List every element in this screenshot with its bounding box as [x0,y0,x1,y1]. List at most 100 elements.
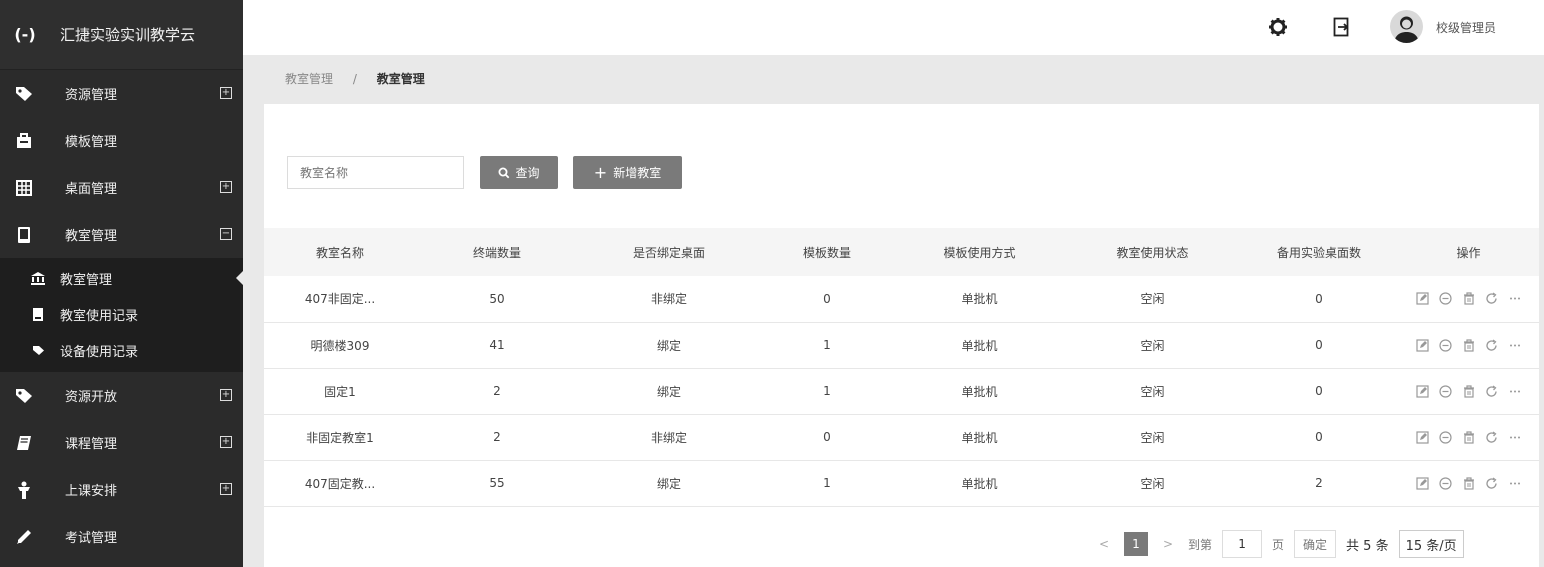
sidebar-item-label: 资源开放 [65,390,118,405]
more-icon[interactable] [1508,338,1522,352]
table-cell: 0 [1240,414,1398,461]
goto-page-input[interactable] [1222,530,1263,558]
refresh-icon[interactable] [1485,338,1499,352]
search-button[interactable]: 查询 [480,156,558,189]
bank-icon [30,271,46,285]
column-header: 备用实验桌面数 [1240,228,1398,276]
sidebar-item-label: 模板管理 [65,135,118,150]
top-bar: 校级管理员 [243,0,1544,55]
table-cell: 空闲 [1065,276,1240,323]
edit-icon[interactable] [1416,292,1430,306]
user-name[interactable]: 校级管理员 [1436,19,1496,36]
logout-icon[interactable] [1331,16,1353,38]
delete-icon[interactable] [1462,338,1476,352]
delete-icon[interactable] [1462,384,1476,398]
refresh-icon[interactable] [1485,292,1499,306]
expand-icon[interactable]: + [220,436,232,448]
delete-icon[interactable] [1462,292,1476,306]
expand-icon[interactable]: + [220,483,232,495]
edit-icon[interactable] [1416,384,1430,398]
column-header: 终端数量 [416,228,578,276]
minus-circle-icon[interactable] [1439,384,1453,398]
goto-prefix: 到第 [1188,537,1213,552]
table-cell: 单批机 [894,368,1065,415]
classroom-name-search-input[interactable] [287,156,464,189]
sidebar-item-resource-open[interactable]: 资源开放 + [0,372,243,419]
row-actions [1398,414,1539,461]
book-icon [11,435,37,451]
table-cell: 单批机 [894,276,1065,323]
sidebar-item-courses[interactable]: 课程管理 + [0,419,243,466]
minus-circle-icon[interactable] [1439,476,1453,490]
app-title: 汇捷实验实训教学云 [60,26,196,44]
more-icon[interactable] [1508,430,1522,444]
table-header-row: 教室名称 终端数量 是否绑定桌面 模板数量 模板使用方式 教室使用状态 备用实验… [264,228,1539,276]
table-cell: 0 [1240,322,1398,369]
expand-icon[interactable]: + [220,181,232,193]
next-page-button[interactable]: > [1158,537,1178,551]
pagination: < 1 > 到第 页 确定 共 5 条 15 条/页 [1094,530,1464,558]
expand-icon[interactable]: + [220,389,232,401]
collapse-icon[interactable]: − [220,228,232,240]
sidebar-item-templates[interactable]: 模板管理 [0,117,243,164]
table-cell: 空闲 [1065,414,1240,461]
table-cell: 0 [1240,276,1398,323]
goto-suffix: 页 [1272,537,1285,552]
edit-icon[interactable] [1416,476,1430,490]
breadcrumb-separator: / [352,72,357,86]
minus-circle-icon[interactable] [1439,292,1453,306]
sidebar-item-resources[interactable]: 资源管理 + [0,70,243,117]
goto-confirm-button[interactable]: 确定 [1294,530,1337,558]
more-icon[interactable] [1508,292,1522,306]
sidebar-item-exams[interactable]: 考试管理 [0,513,243,560]
add-classroom-button[interactable]: + 新增教室 [573,156,682,189]
table-row: 407固定教... 55 绑定 1 单批机 空闲 2 [264,460,1539,507]
table-cell: 0 [1240,368,1398,415]
page-size-select[interactable]: 15 条/页 [1398,530,1464,558]
column-header: 是否绑定桌面 [578,228,760,276]
table-cell: 407非固定... [264,276,416,323]
submenu-item-label: 设备使用记录 [60,344,139,360]
sidebar-item-desktops[interactable]: 桌面管理 + [0,164,243,211]
column-header: 教室使用状态 [1065,228,1240,276]
table-cell: 1 [760,460,894,507]
page-number-button[interactable]: 1 [1124,532,1148,556]
breadcrumb-current: 教室管理 [376,72,425,86]
refresh-icon[interactable] [1485,476,1499,490]
table-cell: 明德楼309 [264,322,416,369]
sidebar-item-class-schedule[interactable]: 上课安排 + [0,466,243,513]
settings-gear-icon[interactable] [1267,16,1289,38]
row-actions [1398,276,1539,323]
column-header: 模板使用方式 [894,228,1065,276]
edit-icon[interactable] [1416,430,1430,444]
table-cell: 空闲 [1065,322,1240,369]
table-cell: 2 [1240,460,1398,507]
tag-icon [11,388,37,404]
edit-icon[interactable] [1416,338,1430,352]
submenu-item-classroom-management[interactable]: 教室管理 [0,260,243,296]
minus-circle-icon[interactable] [1439,430,1453,444]
pencil-icon [11,529,37,545]
row-actions [1398,368,1539,415]
avatar[interactable] [1390,10,1423,43]
expand-icon[interactable]: + [220,87,232,99]
sidebar-item-classrooms[interactable]: 教室管理 − [0,211,243,258]
add-button-label: 新增教室 [613,166,662,180]
breadcrumb-parent[interactable]: 教室管理 [285,72,333,86]
refresh-icon[interactable] [1485,384,1499,398]
tablet-icon [11,226,37,244]
more-icon[interactable] [1508,476,1522,490]
submenu-item-device-usage[interactable]: 设备使用记录 [0,332,243,368]
delete-icon[interactable] [1462,430,1476,444]
table-cell: 非绑定 [578,276,760,323]
minus-circle-icon[interactable] [1439,338,1453,352]
table-cell: 0 [760,276,894,323]
more-icon[interactable] [1508,384,1522,398]
briefcase-icon [11,132,37,149]
delete-icon[interactable] [1462,476,1476,490]
prev-page-button[interactable]: < [1094,537,1114,551]
refresh-icon[interactable] [1485,430,1499,444]
submenu-item-classroom-usage[interactable]: 教室使用记录 [0,296,243,332]
classroom-table: 教室名称 终端数量 是否绑定桌面 模板数量 模板使用方式 教室使用状态 备用实验… [264,228,1539,507]
sidebar-item-label: 桌面管理 [65,182,118,197]
